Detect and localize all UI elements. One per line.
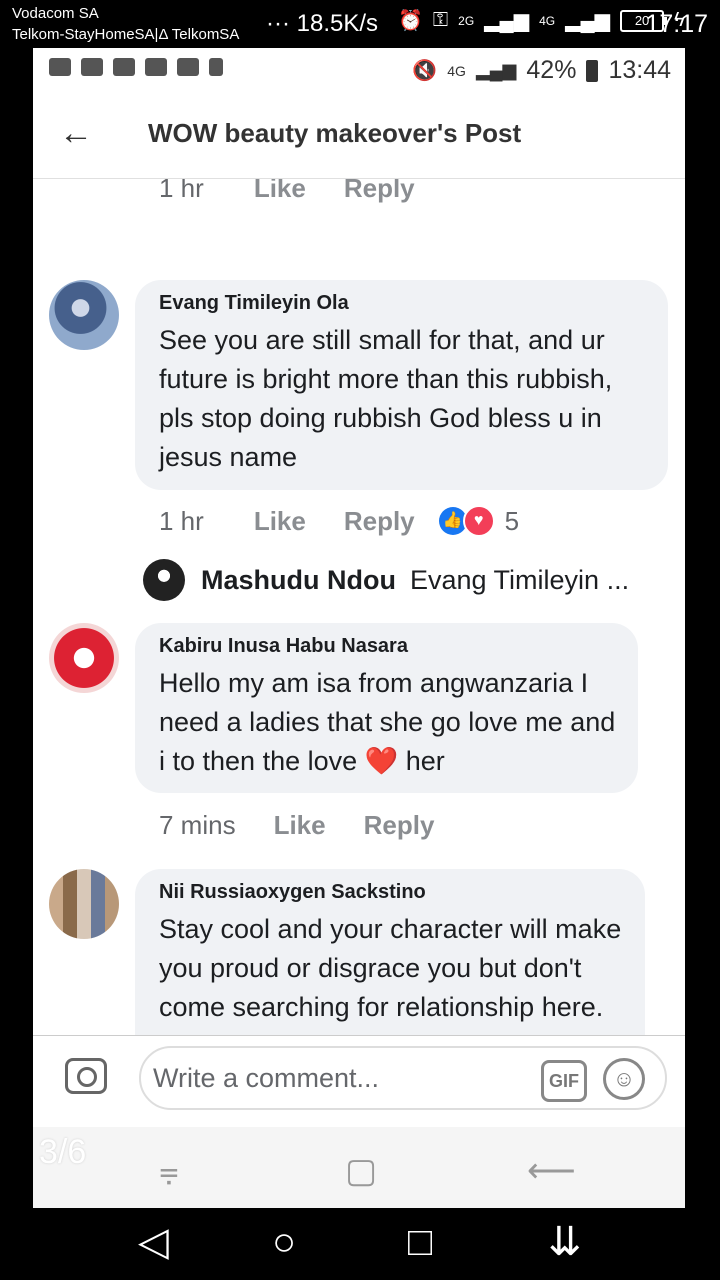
carrier-primary: Vodacom SA [12, 5, 99, 22]
reply-author: Mashudu Ndou [201, 564, 396, 595]
key-icon: ⚿ [432, 9, 449, 31]
reply-button[interactable]: Reply [344, 179, 415, 204]
back-arrow-icon[interactable]: ← [59, 114, 93, 153]
comment-text: Stay cool and your character will make y… [159, 914, 622, 1035]
comment-time: 1 hr [159, 179, 204, 203]
inner-time: 13:44 [608, 56, 671, 84]
comment-actions: 7 mins Like Reply [159, 810, 434, 841]
commenter-name[interactable]: Evang Timileyin Ola [159, 292, 646, 315]
wifi-icon [113, 58, 135, 76]
inner-status-right: 🔇 4G ▂▄▆ 42% 13:44 [412, 56, 671, 85]
recents-square-icon[interactable]: □ [408, 1222, 432, 1262]
comment-bubble: Nii Russiaoxygen Sackstino Stay cool and… [135, 869, 645, 1035]
avatar[interactable] [49, 869, 119, 939]
comment-time: 7 mins [159, 810, 236, 840]
signal-icon: ▂▄▆ [565, 10, 611, 32]
comment-actions: 1 hr Like Reply 👍 ♥ 5 [159, 505, 519, 537]
battery-icon [586, 59, 599, 82]
avatar [143, 559, 185, 601]
reply-button[interactable]: Reply [364, 810, 435, 841]
screenshot-screen: 🔇 4G ▂▄▆ 42% 13:44 ← WOW beauty makeover… [33, 48, 685, 1208]
comment-text: Hello my am isa from angwanzaria I need … [159, 668, 616, 776]
mute-icon: 🔇 [412, 60, 438, 82]
reply-preview[interactable]: Mashudu Ndou Evang Timileyin ... [143, 559, 629, 601]
home-circle-icon[interactable]: ○ [272, 1222, 296, 1262]
outer-time: 17:17 [645, 10, 708, 38]
eye-icon [145, 58, 167, 76]
image-icon [81, 58, 103, 76]
signal-icon: ▂▄▆ [484, 10, 530, 32]
battery-percent: 42% [526, 56, 577, 84]
page-indicator: 3/6 [39, 1133, 87, 1171]
network-type: 4G [447, 62, 466, 79]
commenter-name[interactable]: Nii Russiaoxygen Sackstino [159, 881, 623, 904]
system-nav-bar: ◁ ○ □ ⇊ [0, 1208, 720, 1280]
like-button[interactable]: Like [254, 506, 306, 537]
comment-composer: Write a comment... GIF ☺ [33, 1035, 685, 1128]
reaction-count: 5 [504, 505, 520, 536]
reaction-summary[interactable]: 👍 ♥ 5 [438, 505, 520, 537]
chart-icon [177, 58, 199, 76]
comments-feed[interactable]: 1 hr Like Reply Evang Timileyin Ola See … [33, 179, 685, 1035]
outer-status-bar: Vodacom SA Telkom-StayHomeSA|Δ TelkomSA … [0, 0, 720, 48]
gif-button[interactable]: GIF [541, 1060, 587, 1102]
commenter-name[interactable]: Kabiru Inusa Habu Nasara [159, 635, 616, 658]
avatar[interactable] [49, 280, 119, 350]
notification-pull-icon[interactable]: ⇊ [548, 1222, 582, 1262]
menu-lines-icon[interactable]: ⩦ [159, 1151, 179, 1190]
square-icon[interactable]: ▢ [345, 1151, 377, 1191]
notification-icons [49, 58, 223, 76]
network-speed: ··· 18.5K/s [266, 10, 379, 37]
comment-input[interactable]: Write a comment... GIF ☺ [139, 1046, 667, 1110]
back-triangle-icon[interactable]: ◁ [138, 1222, 169, 1262]
back-chevron-icon[interactable]: ⟵ [527, 1151, 576, 1191]
network-4g-label: 4G [539, 13, 556, 28]
avatar[interactable] [49, 623, 119, 693]
post-header: ← WOW beauty makeover's Post [33, 94, 685, 179]
network-2g-label: 2G [458, 13, 475, 28]
comment-time: 1 hr [159, 505, 204, 536]
like-button[interactable]: Like [274, 810, 326, 841]
comment-placeholder: Write a comment... [153, 1063, 380, 1093]
comment-bubble: Evang Timileyin Ola See you are still sm… [135, 280, 668, 490]
comment-actions: 1 hr Like Reply [159, 179, 415, 204]
outer-status-icons: ⏰ ⚿ 2G ▂▄▆ 4G ▂▄▆ 20 ϟ [398, 8, 685, 33]
love-reaction-icon: ♥ [462, 505, 495, 537]
reply-text: Evang Timileyin ... [409, 564, 630, 595]
message-icon [49, 58, 71, 76]
comment-bubble: Kabiru Inusa Habu Nasara Hello my am isa… [135, 623, 638, 793]
page-title: WOW beauty makeover's Post [148, 118, 522, 148]
alarm-icon: ⏰ [398, 10, 423, 32]
carrier-secondary: Telkom-StayHomeSA|Δ TelkomSA [12, 26, 240, 43]
inner-status-bar: 🔇 4G ▂▄▆ 42% 13:44 [33, 48, 685, 94]
camera-icon[interactable] [65, 1058, 107, 1094]
signal-icon: ▂▄▆ [475, 60, 517, 80]
sd-card-icon [209, 58, 223, 76]
emoji-icon[interactable]: ☺ [603, 1058, 645, 1100]
reply-button[interactable]: Reply [344, 506, 415, 537]
comment-text: See you are still small for that, and ur… [159, 325, 613, 472]
gesture-bar: 3/6 ⩦ ▢ ⟵ [33, 1127, 685, 1208]
like-button[interactable]: Like [254, 179, 306, 204]
